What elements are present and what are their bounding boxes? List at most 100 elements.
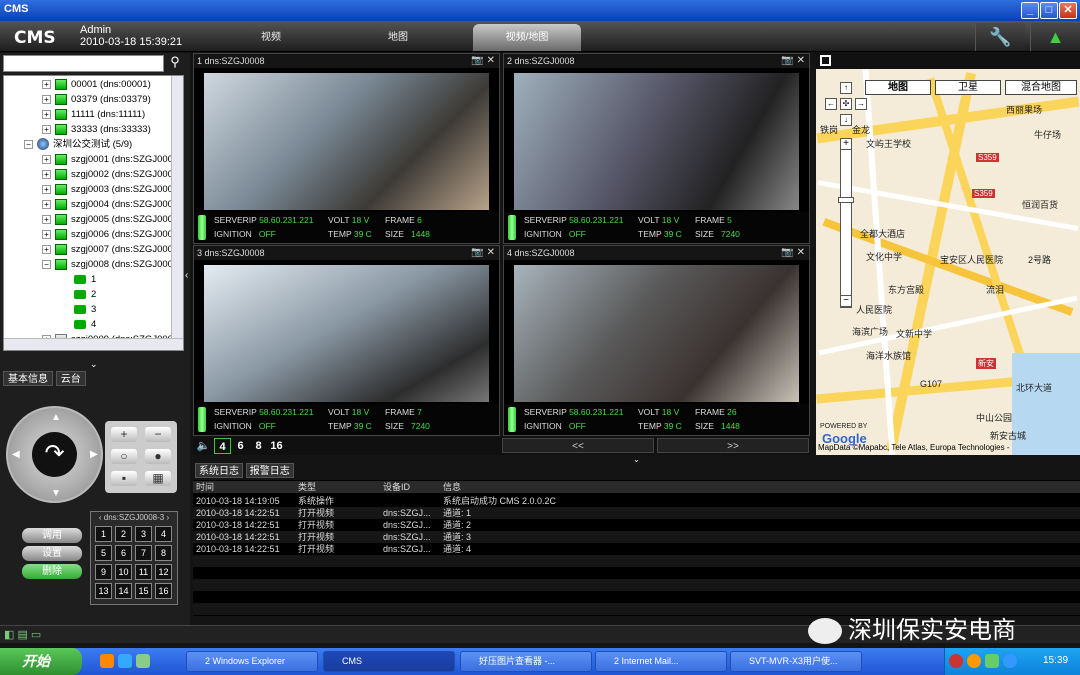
preset-button[interactable]: 15 bbox=[135, 583, 152, 599]
video-pane-4[interactable]: 4 dns:SZGJ0008 📷 ✕ SERVERIP 58.60.231.221 V… bbox=[503, 245, 810, 436]
collapse-icon[interactable]: − bbox=[42, 259, 51, 269]
collapse-down-icon[interactable]: ⌄ bbox=[90, 359, 98, 370]
layout-6-button[interactable]: 6 bbox=[232, 438, 249, 454]
map-type-map[interactable]: 地图 bbox=[865, 80, 931, 95]
tree-item[interactable]: +03379 (dns:03379) bbox=[42, 92, 151, 107]
zoom-out-button[interactable]: − bbox=[145, 427, 171, 442]
expand-icon[interactable]: + bbox=[42, 94, 51, 104]
preset-button[interactable]: 4 bbox=[155, 526, 172, 542]
ptz-down-icon[interactable]: ▼ bbox=[51, 488, 61, 499]
maximize-map-icon[interactable] bbox=[820, 55, 831, 66]
expand-icon[interactable]: + bbox=[42, 154, 51, 164]
ie-icon[interactable] bbox=[118, 654, 132, 668]
snapshot-camera-icon[interactable]: 📷 bbox=[781, 55, 793, 66]
grid-button[interactable]: ▦ bbox=[145, 471, 171, 486]
tab-alarm-log[interactable]: 报警日志 bbox=[245, 463, 294, 478]
volume-icon[interactable]: 🔈 bbox=[195, 438, 212, 454]
expand-icon[interactable]: + bbox=[42, 199, 51, 209]
close-pane-icon[interactable]: ✕ bbox=[797, 55, 805, 66]
ptz-up-icon[interactable]: ▲ bbox=[51, 412, 61, 423]
video-feed[interactable] bbox=[514, 73, 799, 210]
prev-page-button[interactable]: << bbox=[502, 438, 654, 453]
maximize-button[interactable]: □ bbox=[1040, 2, 1058, 19]
preset-button[interactable]: 14 bbox=[115, 583, 132, 599]
pan-up-icon[interactable]: ↑ bbox=[840, 82, 852, 94]
pan-down-icon[interactable]: ↓ bbox=[840, 114, 852, 126]
collapse-left-icon[interactable]: ‹ bbox=[185, 270, 188, 281]
preset-button[interactable]: 13 bbox=[95, 583, 112, 599]
zoom-in-button[interactable]: + bbox=[111, 427, 137, 442]
tray-volume-icon[interactable] bbox=[985, 654, 999, 668]
preset-button[interactable]: 6 bbox=[115, 545, 132, 561]
ptz-joystick[interactable]: ↷ ▲ ▼ ◀ ▶ bbox=[6, 406, 103, 503]
map-zoom-in-icon[interactable]: + bbox=[840, 138, 852, 150]
pan-left-icon[interactable]: ← bbox=[825, 98, 837, 110]
tab-basic-info[interactable]: 基本信息 bbox=[3, 371, 53, 386]
expand-icon[interactable]: + bbox=[42, 79, 51, 89]
tree-vertical-scrollbar[interactable] bbox=[171, 76, 183, 350]
collapse-log-icon[interactable]: ⌄ bbox=[193, 455, 1080, 464]
log-row[interactable]: 2010-03-18 14:22:51 打开视频 dns:SZGJ... 通道: 1 bbox=[193, 507, 1080, 519]
tree-item[interactable]: + szgj0006 (dns:SZGJ000 bbox=[42, 227, 173, 242]
tree-item[interactable]: 2 bbox=[74, 287, 96, 302]
log-row[interactable]: 2010-03-18 14:22:51 打开视频 dns:SZGJ... 通道: 4 bbox=[193, 543, 1080, 555]
preset-button[interactable]: 5 bbox=[95, 545, 112, 561]
focus-near-button[interactable]: ○ bbox=[111, 449, 137, 464]
tree-item[interactable]: − szgj0008 (dns:SZGJ000 bbox=[42, 257, 173, 272]
video-feed[interactable] bbox=[204, 73, 489, 210]
tab-map[interactable]: 地图 bbox=[344, 24, 452, 51]
tree-item[interactable]: 4 bbox=[74, 317, 96, 332]
close-pane-icon[interactable]: ✕ bbox=[487, 55, 495, 66]
video-pane-3[interactable]: 3 dns:SZGJ0008 📷 ✕ SERVERIP 58.60.231.221 V… bbox=[193, 245, 500, 436]
map-type-satellite[interactable]: 卫星 bbox=[935, 80, 1001, 95]
tree-horizontal-scrollbar[interactable] bbox=[4, 338, 183, 350]
preset-button[interactable]: 2 bbox=[115, 526, 132, 542]
preset-button[interactable]: 10 bbox=[115, 564, 132, 580]
taskbar-item-manual[interactable]: SVT-MVR-X3用户使... bbox=[730, 651, 862, 672]
log-row[interactable]: 2010-03-18 14:22:51 打开视频 dns:SZGJ... 通道: 3 bbox=[193, 531, 1080, 543]
taskbar-item-mail[interactable]: 2 Internet Mail... bbox=[595, 651, 727, 672]
expand-icon[interactable]: + bbox=[42, 244, 51, 254]
minimize-button[interactable]: _ bbox=[1021, 2, 1039, 19]
focus-far-button[interactable]: ● bbox=[145, 449, 171, 464]
map-type-hybrid[interactable]: 混合地图 bbox=[1005, 80, 1077, 95]
ptz-left-icon[interactable]: ◀ bbox=[12, 449, 20, 460]
tree-item[interactable]: +33333 (dns:33333) bbox=[42, 122, 151, 137]
start-button[interactable]: 开始 bbox=[0, 648, 82, 675]
call-preset-button[interactable]: 调用 bbox=[22, 528, 82, 543]
snapshot-camera-icon[interactable]: 📷 bbox=[781, 247, 793, 258]
video-feed[interactable] bbox=[514, 265, 799, 402]
search-input[interactable] bbox=[3, 55, 164, 72]
alert-triangle-icon[interactable]: ▲ bbox=[1030, 23, 1080, 51]
settings-wrench-icon[interactable]: 🔧 bbox=[975, 23, 1025, 51]
preset-next-icon[interactable]: › bbox=[164, 513, 169, 522]
taskbar-item-cms[interactable]: CMS bbox=[323, 651, 455, 672]
close-pane-icon[interactable]: ✕ bbox=[487, 247, 495, 258]
iris-button[interactable]: ▪ bbox=[111, 471, 137, 486]
search-icon[interactable]: ⚲ bbox=[164, 54, 186, 72]
preset-button[interactable]: 8 bbox=[155, 545, 172, 561]
video-pane-2[interactable]: 2 dns:SZGJ0008 📷 ✕ SERVERIP 58.60.231.221 V… bbox=[503, 53, 810, 244]
tree-item[interactable]: + szgj0001 (dns:SZGJ000 bbox=[42, 152, 173, 167]
desktop-icon[interactable] bbox=[136, 654, 150, 668]
tab-video-map[interactable]: 视频/地图 bbox=[473, 24, 581, 51]
tray-ime-icon[interactable] bbox=[1003, 654, 1017, 668]
map-zoom-handle[interactable] bbox=[838, 197, 854, 203]
pan-right-icon[interactable]: → bbox=[855, 98, 867, 110]
expand-icon[interactable]: + bbox=[42, 214, 51, 224]
expand-icon[interactable]: + bbox=[42, 124, 51, 134]
layout-16-button[interactable]: 16 bbox=[268, 438, 285, 454]
tree-item[interactable]: − 深圳公交测试 (5/9) bbox=[24, 137, 132, 152]
expand-icon[interactable]: + bbox=[42, 184, 51, 194]
snapshot-camera-icon[interactable]: 📷 bbox=[471, 247, 483, 258]
taskbar-item-explorer[interactable]: 2 Windows Explorer bbox=[186, 651, 318, 672]
tab-system-log[interactable]: 系统日志 bbox=[195, 463, 243, 478]
close-button[interactable]: ✕ bbox=[1059, 2, 1077, 19]
tab-video[interactable]: 视频 bbox=[217, 24, 325, 51]
tree-item[interactable]: +00001 (dns:00001) bbox=[42, 77, 151, 92]
video-feed[interactable] bbox=[204, 265, 489, 402]
tree-item[interactable]: 1 bbox=[74, 272, 96, 287]
taskbar-item-image-viewer[interactable]: 好压图片查看器 -... bbox=[460, 651, 592, 672]
snapshot-camera-icon[interactable]: 📷 bbox=[471, 55, 483, 66]
pan-center-icon[interactable]: ✣ bbox=[840, 98, 852, 110]
